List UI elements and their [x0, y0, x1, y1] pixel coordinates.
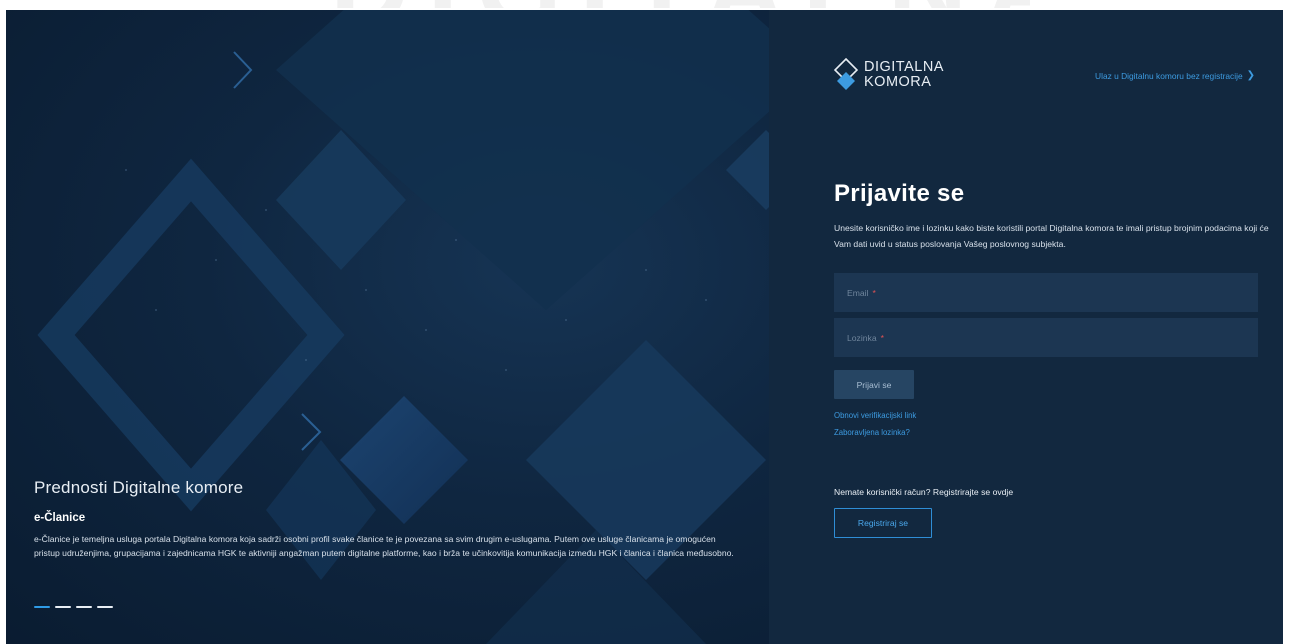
forgot-password-link[interactable]: Zaboravljena lozinka?	[834, 428, 910, 437]
watermark-text: DIGITALNA	[330, 0, 1030, 8]
hero-content: Prednosti Digitalne komore e-Članice e-Č…	[34, 478, 734, 560]
password-input[interactable]: Lozinka *	[834, 318, 1258, 357]
email-input[interactable]: Email *	[834, 273, 1258, 312]
hero-heading: Prednosti Digitalne komore	[34, 478, 244, 497]
chevron-right-icon	[233, 51, 253, 89]
login-description: Unesite korisničko ime i lozinku kako bi…	[834, 223, 1269, 249]
carousel-indicators	[34, 606, 113, 608]
logo-line-2: KOMORA	[864, 74, 932, 90]
logo: DIGITALNA KOMORA	[834, 58, 944, 92]
logo-line-1: DIGITALNA	[864, 59, 944, 75]
diamond-outline	[37, 158, 345, 512]
login-button[interactable]: Prijavi se	[834, 370, 914, 399]
password-placeholder: Lozinka	[847, 332, 877, 343]
chevron-right-icon: ❯	[1246, 70, 1255, 81]
hero-subheading: e-Članice	[34, 512, 86, 524]
reverify-link[interactable]: Obnovi verifikacijski link	[834, 411, 916, 420]
hero-description: e-Članice je temeljna usluga portala Dig…	[34, 534, 734, 558]
guest-entry-label: Ulaz u Digitalnu komoru bez registracije	[1095, 70, 1243, 81]
carousel-dot[interactable]	[76, 606, 92, 608]
guest-entry-link[interactable]: Ulaz u Digitalnu komoru bez registracije…	[1095, 70, 1255, 81]
required-mark: *	[880, 332, 884, 343]
required-mark: *	[872, 287, 876, 298]
logo-diamond-icon	[834, 58, 858, 90]
register-button[interactable]: Registriraj se	[834, 508, 932, 538]
hero-panel: Prednosti Digitalne komore e-Članice e-Č…	[6, 10, 769, 644]
carousel-dot[interactable]	[34, 606, 50, 608]
carousel-dot[interactable]	[97, 606, 113, 608]
page-frame: Prednosti Digitalne komore e-Članice e-Č…	[6, 10, 1283, 644]
login-panel: DIGITALNA KOMORA Ulaz u Digitalnu komoru…	[769, 10, 1283, 644]
register-prompt: Nemate korisnički račun? Registrirajte s…	[834, 487, 1014, 497]
email-placeholder: Email	[847, 287, 869, 298]
chevron-right-icon	[301, 413, 322, 451]
carousel-dot[interactable]	[55, 606, 71, 608]
background-watermark: DIGITALNA	[330, 0, 1030, 8]
logo-text: DIGITALNA KOMORA	[864, 60, 944, 90]
login-title: Prijavite se	[834, 180, 965, 207]
